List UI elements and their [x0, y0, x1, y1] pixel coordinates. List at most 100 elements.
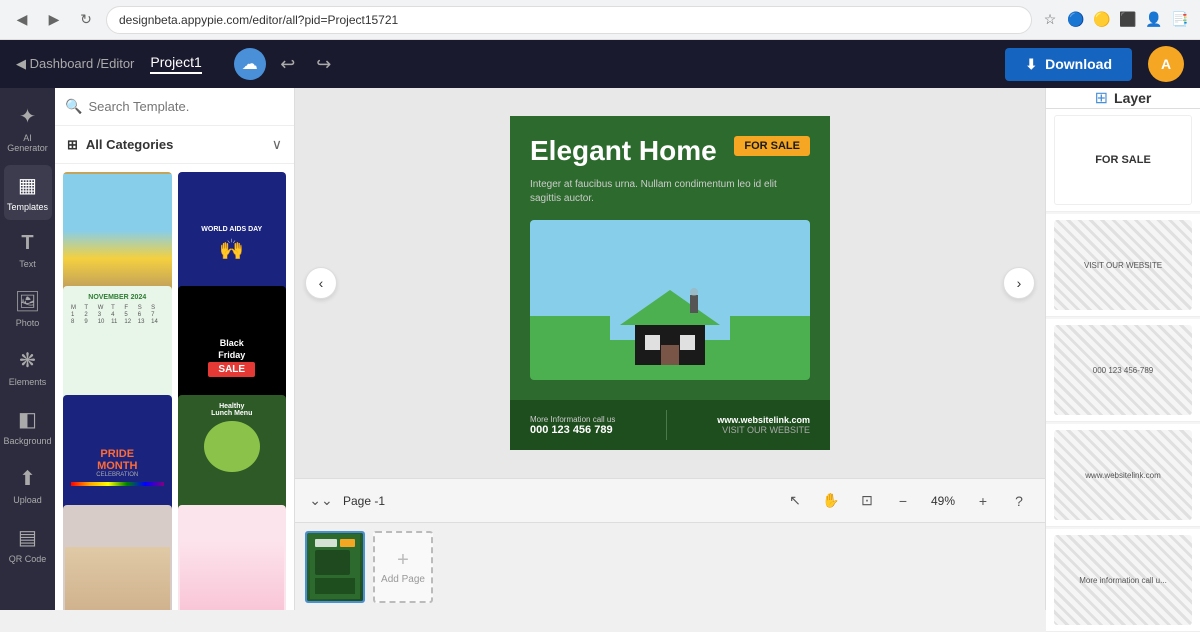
cloud-save-btn[interactable]: ☁	[234, 48, 266, 80]
ext2-icon[interactable]: 🟡	[1092, 10, 1112, 30]
bookmark-star-icon[interactable]: ☆	[1040, 10, 1060, 30]
pride-rainbow	[71, 482, 164, 486]
sidebar-label-ai: AI Generator	[7, 133, 48, 153]
browser-bar: ◀ ▶ ↻ designbeta.appypie.com/editor/all?…	[0, 0, 1200, 40]
layer-thumb-phone: 000 123 456-789	[1054, 325, 1192, 415]
left-sidebar: ✦ AI Generator ▦ Templates T Text 🖼 Phot…	[0, 88, 55, 610]
expand-btn[interactable]: ⌄⌄	[307, 487, 335, 515]
sidebar-label-qr: QR Code	[9, 554, 47, 564]
sidebar-item-upload[interactable]: ⬆ Upload	[4, 458, 52, 513]
grid-icon: ⊞	[67, 137, 78, 153]
footer-divider	[666, 410, 667, 440]
browser-forward-btn[interactable]: ▶	[42, 8, 66, 32]
upload-icon: ⬆	[19, 466, 36, 491]
sidebar-label-elements: Elements	[9, 377, 47, 387]
download-label: Download	[1045, 56, 1112, 72]
cursor-tool-btn[interactable]: ↖	[781, 487, 809, 515]
lunch-food-image	[204, 421, 260, 472]
layer-label: Layer	[1114, 90, 1151, 106]
bf-friday-label: Friday	[218, 350, 245, 360]
help-btn[interactable]: ?	[1005, 487, 1033, 515]
browser-back-btn[interactable]: ◀	[10, 8, 34, 32]
design-title: Elegant Home	[530, 136, 717, 167]
layer-item-for-sale[interactable]: FOR SALE	[1046, 109, 1200, 212]
canvas-main[interactable]: ‹ Elegant Home FOR SALE Integer at fauci…	[295, 88, 1045, 478]
aids-hands-icon: 🙌	[219, 237, 244, 262]
url-bar[interactable]: designbeta.appypie.com/editor/all?pid=Pr…	[106, 6, 1032, 34]
jewelry-image	[65, 547, 170, 610]
phone-thumb-label: 000 123 456-789	[1089, 362, 1158, 379]
www-thumb-label: www.websitelink.com	[1081, 467, 1165, 484]
nav-back-link[interactable]: ◀ Dashboard /Editor	[16, 56, 134, 72]
sidebar-label-photo: Photo	[16, 318, 40, 328]
add-page-btn[interactable]: + Add Page	[373, 531, 433, 603]
sidebar-item-templates[interactable]: ▦ Templates	[4, 165, 52, 220]
forsale-thumb-text: FOR SALE	[1095, 154, 1151, 166]
layer-item-phone[interactable]: 000 123 456-789	[1046, 319, 1200, 422]
sidebar-item-qr-code[interactable]: ▤ QR Code	[4, 517, 52, 572]
user-avatar[interactable]: A	[1148, 46, 1184, 82]
ai-generator-icon: ✦	[19, 104, 36, 129]
download-button[interactable]: ⬇ Download	[1005, 48, 1132, 81]
layer-item-visit-website[interactable]: VISIT OUR WEBSITE	[1046, 214, 1200, 317]
elements-icon: ❋	[19, 348, 36, 373]
template-sorry[interactable]: So sorry for your loss	[178, 505, 287, 611]
ext1-icon[interactable]: 🔵	[1066, 10, 1086, 30]
templates-panel: 🔍 ⊞ All Categories ∨ TRAVEL WORLD AIDS D…	[55, 88, 295, 610]
project-tab[interactable]: Project1	[150, 54, 201, 74]
hand-tool-btn[interactable]: ✋	[817, 487, 845, 515]
user-icon[interactable]: 👤	[1144, 10, 1164, 30]
house-svg	[610, 280, 730, 380]
add-page-label: Add Page	[381, 574, 425, 585]
design-card[interactable]: Elegant Home FOR SALE Integer at faucibu…	[510, 116, 830, 451]
ext3-icon[interactable]: ⬛	[1118, 10, 1138, 30]
layer-thumb-info: More information call u...	[1054, 535, 1192, 625]
layer-item-info[interactable]: More information call u...	[1046, 529, 1200, 632]
sidebar-item-text[interactable]: T Text	[4, 224, 52, 277]
header-controls: ☁ ↩ ↪	[234, 48, 338, 80]
search-input[interactable]	[88, 99, 284, 114]
right-panel: ⊞ Layer FOR SALE VISIT OUR WEBSITE 000 1…	[1045, 88, 1200, 610]
browser-reload-btn[interactable]: ↻	[74, 8, 98, 32]
footer-call-label: More Information call us	[530, 415, 615, 424]
browser-icons: ☆ 🔵 🟡 ⬛ 👤 📑	[1040, 10, 1190, 30]
canvas-nav-left-btn[interactable]: ‹	[305, 267, 337, 299]
redo-button[interactable]: ↪	[310, 50, 338, 78]
main-layout: ✦ AI Generator ▦ Templates T Text 🖼 Phot…	[0, 88, 1200, 610]
page-thumb-1[interactable]	[305, 531, 365, 603]
footer-visit: VISIT OUR WEBSITE	[717, 425, 810, 435]
categories-dropdown[interactable]: ⊞ All Categories ∨	[55, 126, 294, 164]
crop-tool-btn[interactable]: ⊡	[853, 487, 881, 515]
undo-button[interactable]: ↩	[274, 50, 302, 78]
for-sale-badge: FOR SALE	[734, 136, 810, 156]
zoom-out-btn[interactable]: −	[889, 487, 917, 515]
lunch-title: HealthyLunch Menu	[211, 403, 252, 417]
layer-item-www[interactable]: www.websitelink.com	[1046, 424, 1200, 527]
visit-thumb-label: VISIT OUR WEBSITE	[1080, 257, 1166, 274]
sidebar-item-ai-generator[interactable]: ✦ AI Generator	[4, 96, 52, 161]
sidebar-label-templates: Templates	[7, 202, 48, 212]
sidebar-label-background: Background	[3, 436, 51, 446]
sidebar-item-photo[interactable]: 🖼 Photo	[4, 281, 52, 336]
sidebar-item-elements[interactable]: ❋ Elements	[4, 340, 52, 395]
sidebar-item-background[interactable]: ◧ Background	[4, 399, 52, 454]
layer-icon: ⊞	[1095, 88, 1108, 108]
layer-thumb-for-sale: FOR SALE	[1054, 115, 1192, 205]
sorry-image	[180, 540, 285, 610]
text-icon: T	[21, 232, 33, 255]
sidebar-label-upload: Upload	[13, 495, 42, 505]
page-thumb-svg	[310, 534, 360, 599]
design-footer: More Information call us 000 123 456 789…	[510, 400, 830, 450]
templates-icon: ▦	[18, 173, 37, 198]
pride-sub: CELEBRATION	[96, 472, 138, 478]
canvas-nav-right-btn[interactable]: ›	[1003, 267, 1035, 299]
zoom-in-btn[interactable]: +	[969, 487, 997, 515]
all-bookmarks-icon[interactable]: 📑	[1170, 10, 1190, 30]
aids-template-label: WORLD AIDS DAY	[201, 226, 262, 233]
page-thumbnails: + Add Page	[295, 522, 1045, 610]
footer-phone: 000 123 456 789	[530, 424, 615, 436]
template-jewelry[interactable]	[63, 505, 172, 611]
templates-grid: TRAVEL WORLD AIDS DAY 🙌 NOVEMBER 2024 MT…	[55, 164, 294, 610]
bf-black-label: Black	[220, 338, 244, 348]
canvas-toolbar: ⌄⌄ Page -1 ↖ ✋ ⊡ − 49% + ?	[295, 478, 1045, 522]
